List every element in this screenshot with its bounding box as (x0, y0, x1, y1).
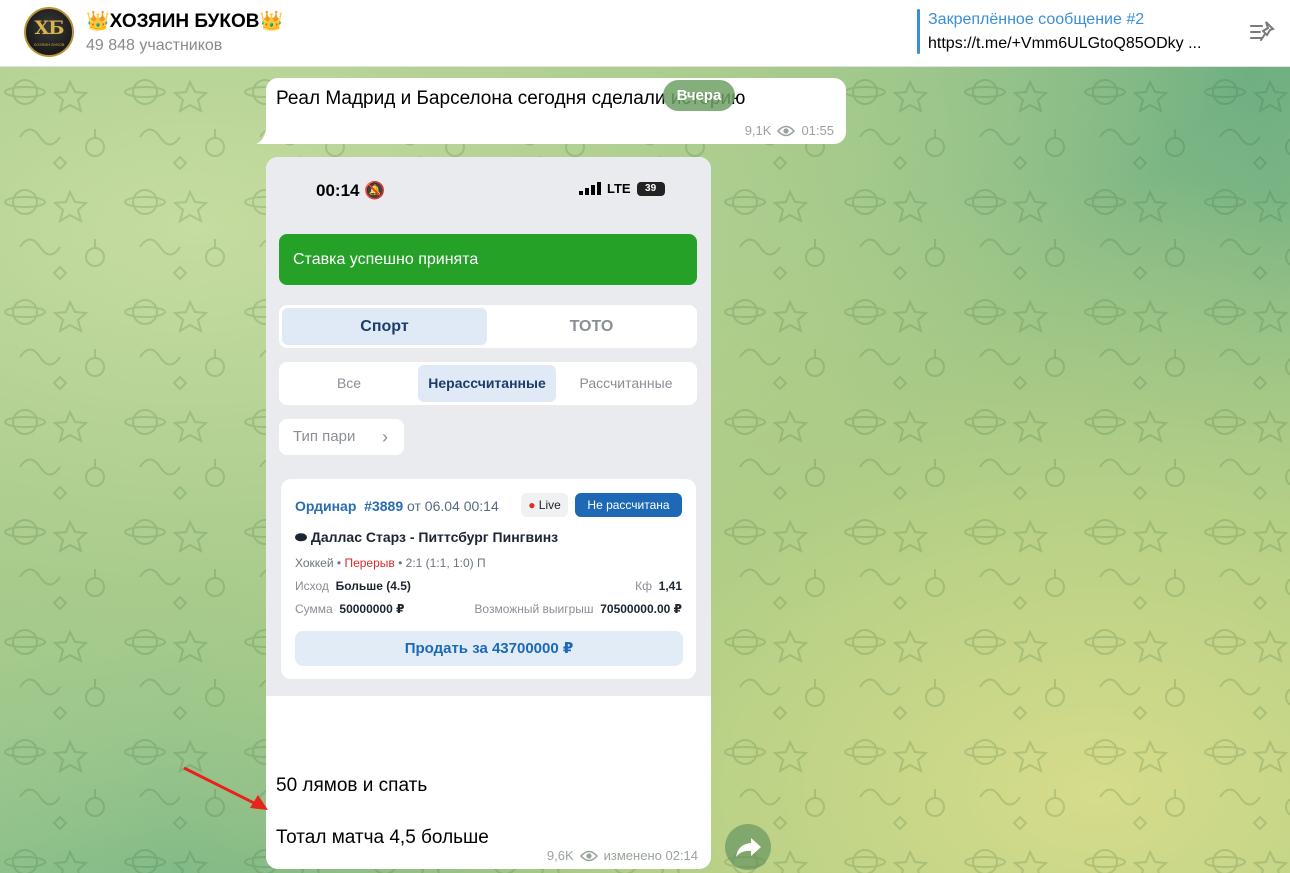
tab-sport[interactable]: Спорт (282, 308, 487, 345)
message-bubble-photo[interactable]: 00:14 🔕 LTE 39 Ставка успешно принята Сп… (266, 157, 711, 869)
tab-toto[interactable]: ТОТО (489, 308, 694, 345)
pinned-message-title[interactable]: Закреплённое сообщение #2 (928, 11, 1144, 29)
message-meta: 9,6K изменено 02:14 (547, 848, 698, 863)
mute-bell-icon: 🔕 (364, 181, 386, 200)
bet-type-label: Тип пари (293, 428, 356, 445)
hockey-puck-icon: ⬬ (295, 529, 307, 545)
message-bubble[interactable]: Реал Мадрид и Барселона сегодня сделали … (266, 78, 846, 144)
chat-header: ХБ ХОЗЯИН БУКОВ 👑ХОЗЯИН БУКОВ👑 49 848 уч… (0, 0, 1290, 67)
status-time: 00:14 🔕 (316, 181, 386, 200)
eye-icon (579, 850, 598, 861)
message-text-line1: 50 лямов и спать (276, 775, 428, 796)
live-badge: ● Live (521, 493, 568, 517)
date-separator: Вчера (663, 80, 735, 111)
sum-row: Сумма 50000000 ₽ (295, 602, 405, 616)
screenshot-image[interactable]: 00:14 🔕 LTE 39 Ставка успешно принята Сп… (266, 157, 711, 696)
filter-tabs: Все Нерассчитанные Рассчитанные (279, 362, 697, 405)
subscriber-count: 49 848 участников (86, 37, 223, 54)
pinned-message-text[interactable]: https://t.me/+Vmm6ULGtoQ85ODky ... (928, 35, 1228, 53)
view-count: 9,1K (744, 123, 772, 138)
top-tabs: Спорт ТОТО (279, 305, 697, 348)
view-count: 9,6K (546, 848, 574, 863)
pinned-indicator (917, 9, 920, 54)
channel-title[interactable]: 👑ХОЗЯИН БУКОВ👑 (86, 9, 283, 33)
chat-background: Реал Мадрид и Барселона сегодня сделали … (0, 67, 1290, 873)
network-label: LTE (607, 181, 631, 196)
match-info: Хоккей • Перерыв • 2:1 (1:1, 1:0) П (295, 556, 486, 570)
edited-time: изменено 02:14 (603, 848, 698, 863)
tab-all[interactable]: Все (282, 365, 416, 402)
message-meta: 9,1K 01:55 (745, 123, 834, 138)
success-banner: Ставка успешно принята (279, 234, 697, 285)
tab-unsettled[interactable]: Нерассчитанные (418, 365, 556, 402)
match-title: ⬬ Даллас Старз - Питтсбург Пингвинз (295, 529, 559, 545)
eye-icon (777, 125, 796, 136)
chevron-right-icon: › (382, 427, 388, 447)
win-row: Возможный выигрыш 70500000.00 ₽ (474, 602, 682, 616)
channel-avatar[interactable]: ХБ ХОЗЯИН БУКОВ (24, 7, 74, 57)
bet-type-filter[interactable]: Тип пари › (279, 419, 404, 455)
share-button[interactable] (725, 824, 771, 870)
signal-icon (579, 182, 601, 195)
message-text-line2: Тотал матча 4,5 больше (276, 827, 489, 848)
avatar-logo-sub: ХОЗЯИН БУКОВ (33, 42, 65, 47)
bet-card: Ординар #3889 от 06.04 00:14 ● Live Не р… (281, 479, 696, 679)
outcome-row: Исход Больше (4.5) (295, 579, 411, 593)
bet-header: Ординар #3889 от 06.04 00:14 (295, 498, 499, 514)
coef-row: Кф 1,41 (635, 579, 682, 593)
tab-settled[interactable]: Рассчитанные (558, 365, 694, 402)
avatar-logo: ХБ (34, 17, 65, 39)
phone-status-bar: 00:14 🔕 LTE 39 (266, 157, 711, 227)
status-right: LTE 39 (579, 181, 665, 196)
battery-icon: 39 (636, 181, 665, 196)
pin-list-icon[interactable] (1248, 18, 1276, 46)
message-time: 01:55 (801, 123, 834, 138)
sell-bet-button[interactable]: Продать за 43700000 ₽ (295, 631, 683, 666)
share-arrow-icon (736, 838, 761, 857)
status-badge: Не рассчитана (575, 493, 682, 517)
